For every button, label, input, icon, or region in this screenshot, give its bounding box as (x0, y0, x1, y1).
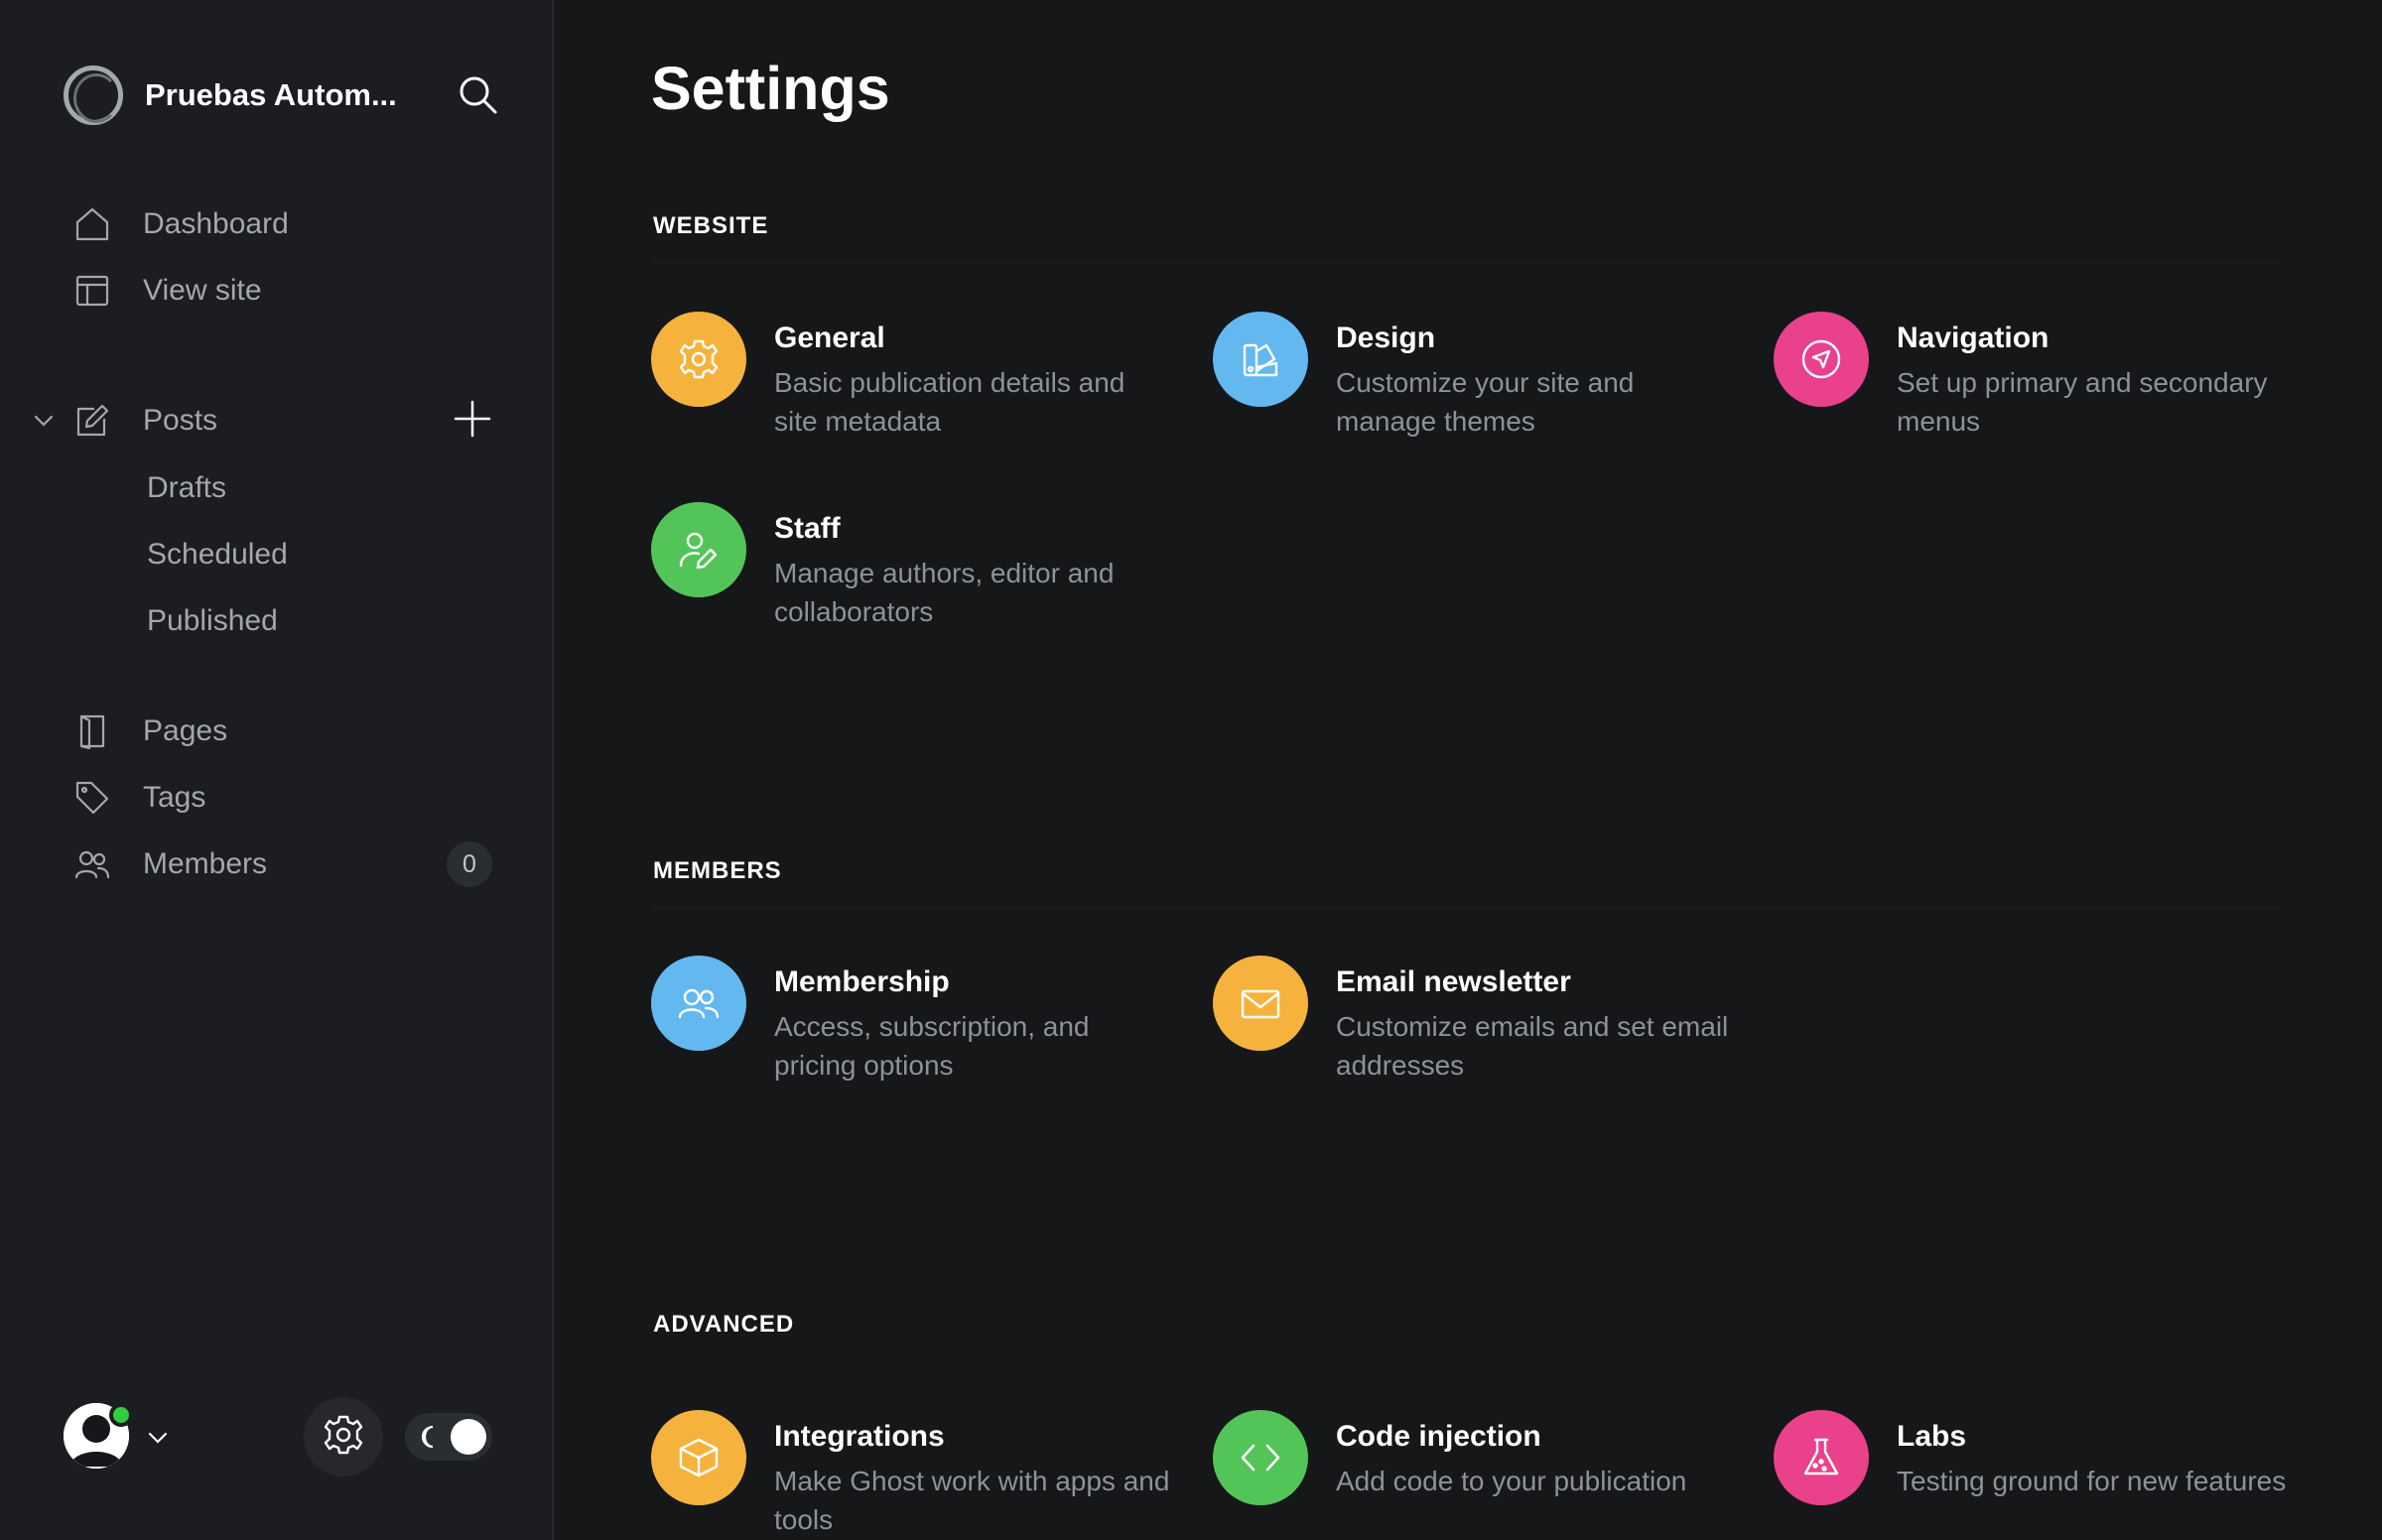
sidebar-item-dashboard[interactable]: Dashboard (73, 198, 510, 250)
sidebar-item-label: Members (143, 847, 268, 880)
brand[interactable]: Pruebas Autom... (64, 64, 500, 127)
compass-icon (1774, 312, 1869, 407)
card-description: Add code to your publication (1336, 1466, 1687, 1496)
sidebar-item-label: View site (143, 274, 262, 307)
code-icon (1213, 1410, 1308, 1505)
card-description: Customize emails and set email addresses (1336, 1011, 1729, 1081)
settings-card-navigation[interactable]: Navigation Set up primary and secondary … (1774, 312, 2310, 460)
card-description: Access, subscription, and pricing option… (774, 1011, 1090, 1081)
section-divider (653, 262, 2281, 263)
sidebar-item-label: Posts (143, 404, 218, 437)
sidebar-item-scheduled[interactable]: Scheduled (147, 529, 288, 580)
users-icon (73, 845, 111, 883)
settings-card-design[interactable]: Design Customize your site and manage th… (1213, 312, 1749, 460)
sidebar-item-members[interactable]: Members (73, 838, 510, 890)
sidebar-item-drafts[interactable]: Drafts (147, 462, 226, 514)
new-post-plus-icon[interactable] (453, 399, 492, 439)
sidebar-item-published[interactable]: Published (147, 595, 278, 647)
sidebar-item-label: Tags (143, 781, 206, 814)
layout-icon (73, 272, 111, 310)
gear-icon (323, 1414, 364, 1461)
settings-card-general[interactable]: General Basic publication details and si… (651, 312, 1187, 460)
card-description: Testing ground for new features (1897, 1466, 2287, 1496)
sidebar-item-pages[interactable]: Pages (73, 706, 510, 757)
card-title: Integrations (774, 1420, 945, 1453)
tag-icon (73, 779, 111, 817)
page-title: Settings (651, 55, 890, 122)
card-description: Make Ghost work with apps and tools (774, 1466, 1170, 1535)
page-icon (73, 712, 111, 750)
toggle-knob (451, 1419, 486, 1455)
card-title: Labs (1897, 1420, 1967, 1453)
gear-icon (651, 312, 746, 407)
card-description: Basic publication details and site metad… (774, 367, 1125, 437)
site-name: Pruebas Autom... (145, 77, 397, 112)
main-content: Settings WEBSITE General Basic publicati… (556, 0, 2382, 1540)
section-title-advanced: ADVANCED (653, 1311, 795, 1338)
section-title-website: WEBSITE (653, 212, 769, 239)
user-edit-icon (651, 502, 746, 597)
palette-icon (1213, 312, 1308, 407)
app-window: Pruebas Autom... Dashboard View site Pos… (0, 0, 2382, 1540)
card-title: Staff (774, 512, 841, 545)
section-title-members: MEMBERS (653, 857, 782, 884)
dark-mode-toggle[interactable] (405, 1413, 492, 1461)
flask-icon (1774, 1410, 1869, 1505)
search-icon[interactable] (457, 73, 500, 117)
card-description: Set up primary and secondary menus (1897, 367, 2268, 437)
card-title: Email newsletter (1336, 965, 1571, 998)
site-logo (64, 65, 123, 125)
moon-icon (417, 1423, 445, 1451)
chevron-down-icon[interactable] (145, 1425, 171, 1451)
users-icon (651, 956, 746, 1051)
settings-button[interactable] (304, 1397, 383, 1476)
chevron-down-icon[interactable] (30, 407, 58, 435)
edit-icon (73, 402, 111, 440)
card-title: Membership (774, 965, 950, 998)
settings-card-code-injection[interactable]: Code injection Add code to your publicat… (1213, 1410, 1749, 1540)
settings-card-staff[interactable]: Staff Manage authors, editor and collabo… (651, 502, 1187, 651)
sidebar-item-tags[interactable]: Tags (73, 772, 510, 824)
sidebar-item-view-site[interactable]: View site (73, 265, 510, 317)
settings-card-integrations[interactable]: Integrations Make Ghost work with apps a… (651, 1410, 1187, 1540)
home-icon (73, 205, 111, 243)
card-title: Code injection (1336, 1420, 1541, 1453)
sidebar-item-label: Pages (143, 714, 228, 747)
sidebar-item-posts[interactable]: Posts (73, 395, 510, 447)
settings-card-membership[interactable]: Membership Access, subscription, and pri… (651, 956, 1187, 1104)
card-title: General (774, 321, 885, 354)
members-count-badge: 0 (447, 841, 492, 887)
settings-card-labs[interactable]: Labs Testing ground for new features (1774, 1410, 2310, 1540)
sidebar: Pruebas Autom... Dashboard View site Pos… (0, 0, 554, 1540)
card-description: Manage authors, editor and collaborators (774, 558, 1115, 627)
card-description: Customize your site and manage themes (1336, 367, 1635, 437)
settings-card-email-newsletter[interactable]: Email newsletter Customize emails and se… (1213, 956, 1749, 1104)
sidebar-item-label: Dashboard (143, 207, 289, 240)
envelope-icon (1213, 956, 1308, 1051)
card-title: Design (1336, 321, 1436, 354)
section-divider (653, 907, 2281, 908)
online-status-indicator (109, 1403, 133, 1427)
box-icon (651, 1410, 746, 1505)
card-title: Navigation (1897, 321, 2050, 354)
